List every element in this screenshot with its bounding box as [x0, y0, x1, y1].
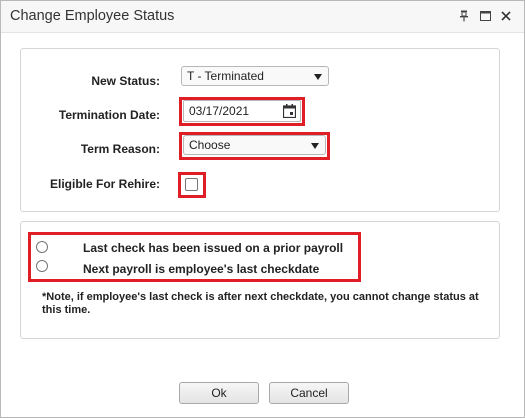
cancel-button[interactable]: Cancel [269, 382, 349, 404]
term-reason-highlight [179, 132, 330, 160]
term-reason-label: Term Reason: [80, 142, 160, 156]
close-icon[interactable] [499, 9, 513, 23]
eligible-for-rehire-highlight [178, 172, 206, 198]
termination-date-highlight [179, 97, 305, 126]
dialog-titlebar: Change Employee Status [1, 1, 524, 33]
change-employee-status-dialog: Change Employee Status New Status: T - T… [0, 0, 525, 418]
new-status-select[interactable]: T - Terminated [181, 66, 329, 86]
payroll-options-highlight [28, 232, 361, 282]
new-status-value: T - Terminated [187, 69, 264, 83]
chevron-down-icon [314, 74, 322, 80]
eligible-for-rehire-label: Eligible For Rehire: [49, 177, 160, 191]
new-status-label: New Status: [91, 74, 160, 88]
pin-icon[interactable] [457, 9, 471, 23]
dialog-title: Change Employee Status [10, 8, 175, 24]
ok-button[interactable]: Ok [179, 382, 259, 404]
payroll-note: *Note, if employee's last check is after… [42, 291, 479, 316]
termination-date-label: Termination Date: [58, 108, 160, 122]
maximize-icon[interactable] [478, 9, 492, 23]
